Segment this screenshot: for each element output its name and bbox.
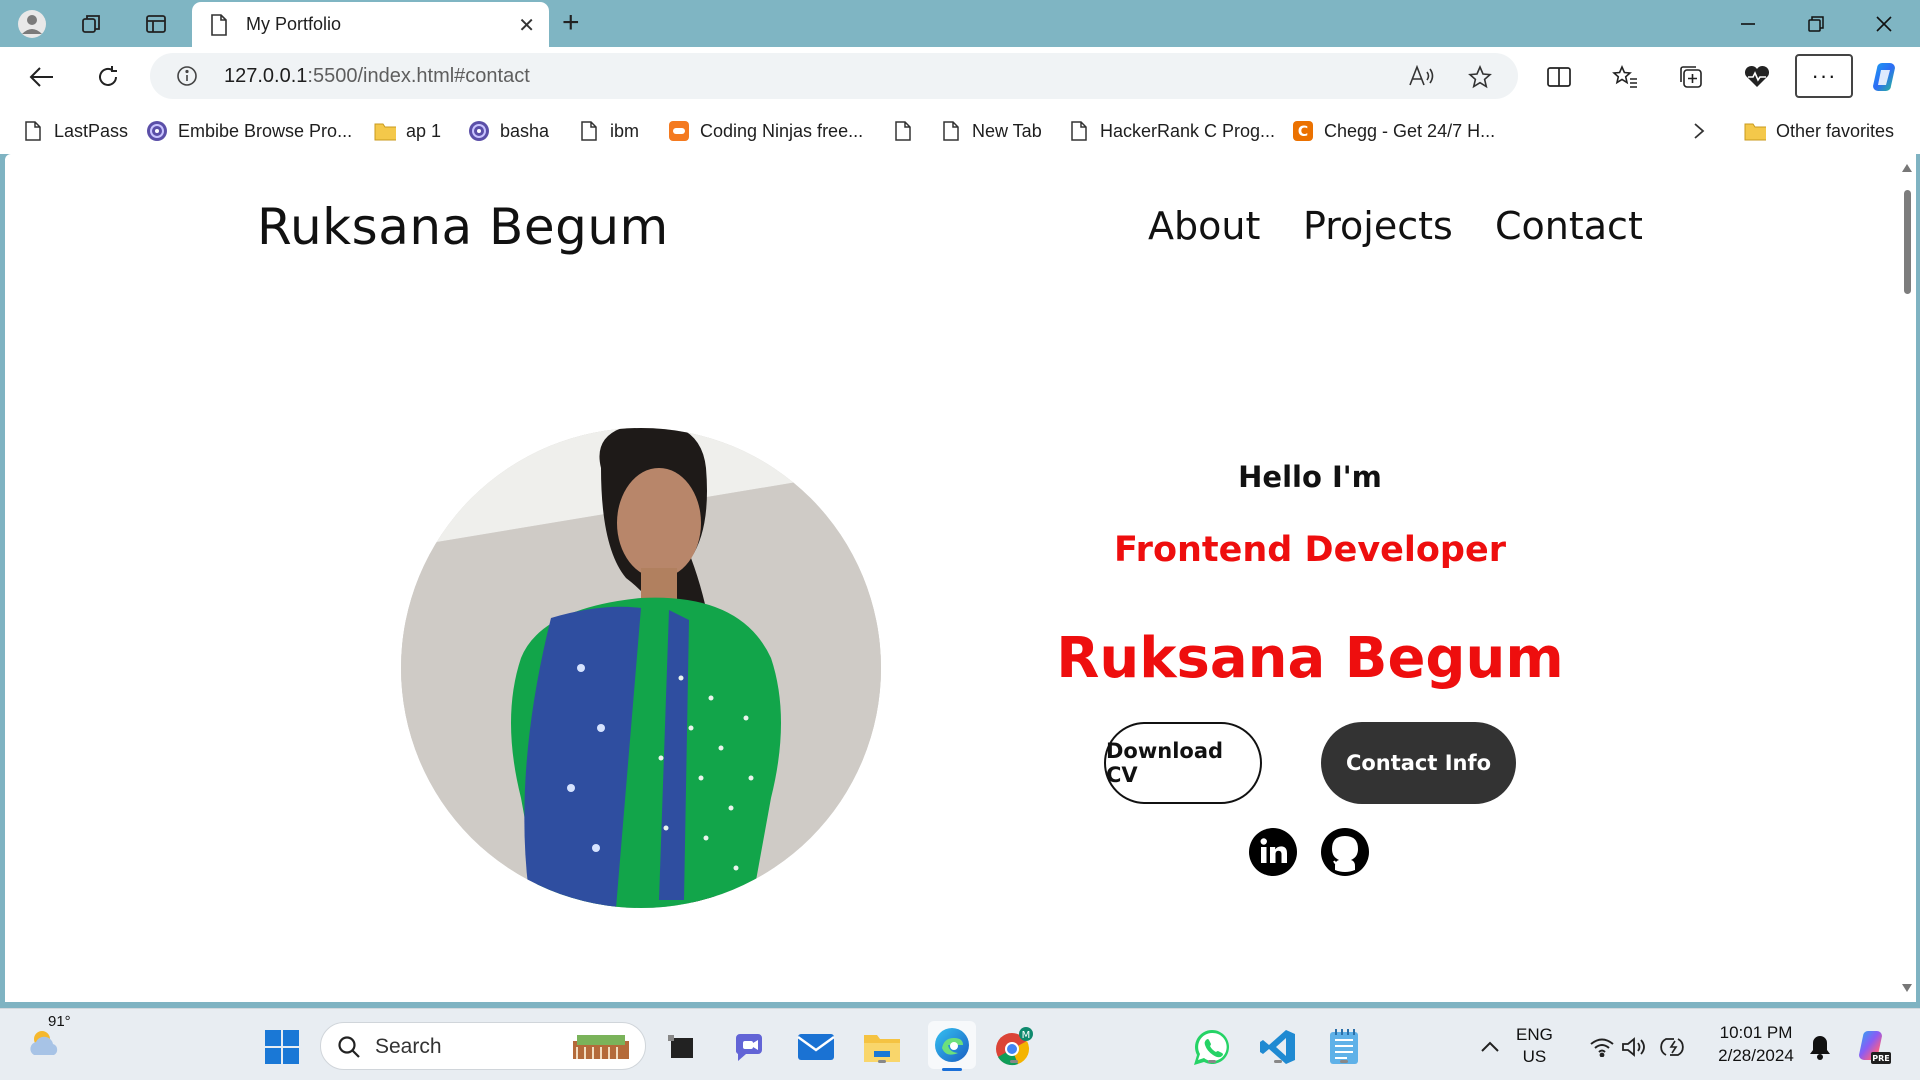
battery-charging-icon[interactable] (1654, 1027, 1694, 1067)
minimize-icon[interactable] (1728, 8, 1768, 40)
file-explorer-icon[interactable] (862, 1027, 902, 1067)
page-icon (210, 14, 228, 41)
bookmark-ap1[interactable]: ap 1 (374, 118, 441, 144)
embibe-icon (146, 120, 168, 142)
bookmark-coding-ninjas[interactable]: Coding Ninjas free... (668, 118, 863, 144)
restore-icon[interactable] (1796, 8, 1836, 40)
other-favorites[interactable]: Other favorites (1744, 118, 1894, 144)
browser-title-bar: My Portfolio ✕ + (0, 0, 1920, 47)
nav-about[interactable]: About (1148, 204, 1260, 248)
page-icon (1068, 120, 1090, 142)
bookmarks-overflow-chevron-icon[interactable] (1692, 118, 1706, 144)
teams-chat-icon[interactable] (730, 1027, 770, 1067)
scroll-up-arrow-icon[interactable] (1902, 164, 1912, 172)
clock[interactable]: 10:01 PM 2/28/2024 (1706, 1021, 1806, 1067)
tab-actions-icon[interactable] (140, 8, 172, 40)
favorites-icon[interactable] (1608, 60, 1642, 94)
chrome-icon[interactable]: M (994, 1027, 1034, 1067)
windows-taskbar: 91° Search M ENG US 10:01 PM 2/28/2024 P… (0, 1008, 1920, 1080)
coding-ninjas-icon (668, 120, 690, 142)
profile-photo (401, 428, 881, 908)
notification-bell-icon[interactable] (1800, 1027, 1840, 1067)
svg-text:PRE: PRE (1872, 1054, 1890, 1063)
favorites-bar: LastPass Embibe Browse Pro... ap 1 basha… (0, 107, 1920, 154)
bookmark-lastpass[interactable]: LastPass (22, 118, 128, 144)
page-viewport: Ruksana Begum About Projects Contact Hel… (5, 154, 1916, 1002)
bookmark-new-tab[interactable]: New Tab (940, 118, 1042, 144)
page-icon (892, 120, 914, 142)
edge-browser-icon[interactable] (928, 1021, 976, 1071)
collections-icon[interactable] (1674, 60, 1708, 94)
page-icon (940, 120, 962, 142)
nav-contact[interactable]: Contact (1495, 204, 1643, 248)
read-aloud-icon[interactable] (1408, 64, 1434, 92)
svg-text:C: C (1298, 124, 1308, 140)
new-tab-button[interactable]: + (562, 8, 580, 38)
browser-toolbar: 127.0.0.1:5500/index.html#contact ··· (0, 47, 1920, 107)
back-arrow-icon[interactable] (26, 61, 58, 93)
taskbar-search[interactable]: Search (320, 1022, 646, 1070)
browser-essentials-icon[interactable] (1740, 60, 1774, 94)
bookmark-hackerrank[interactable]: HackerRank C Prog... (1068, 118, 1275, 144)
svg-text:M: M (1022, 1030, 1031, 1041)
contact-info-button[interactable]: Contact Info (1321, 722, 1516, 804)
download-cv-button[interactable]: Download CV (1104, 722, 1262, 804)
scroll-down-arrow-icon[interactable] (1902, 984, 1912, 992)
split-screen-icon[interactable] (1542, 60, 1576, 94)
url-text[interactable]: 127.0.0.1:5500/index.html#contact (224, 65, 530, 88)
bookmark-untitled[interactable] (892, 118, 924, 144)
address-bar[interactable]: 127.0.0.1:5500/index.html#contact (150, 53, 1518, 99)
embibe-icon (468, 120, 490, 142)
folder-icon (374, 120, 396, 142)
show-hidden-icons-chevron-icon[interactable] (1470, 1027, 1510, 1067)
nav-projects[interactable]: Projects (1303, 204, 1453, 248)
folder-icon (1744, 120, 1766, 142)
active-tab[interactable]: My Portfolio ✕ (192, 2, 549, 47)
hero-name: Ruksana Begum (1056, 626, 1564, 691)
volume-icon[interactable] (1614, 1027, 1654, 1067)
copilot-icon[interactable] (1868, 60, 1902, 94)
notepad-icon[interactable] (1324, 1027, 1364, 1067)
bookmark-ibm[interactable]: ibm (578, 118, 639, 144)
bookmark-chegg[interactable]: C Chegg - Get 24/7 H... (1292, 118, 1495, 144)
tab-title: My Portfolio (246, 14, 342, 34)
scrollbar-thumb[interactable] (1904, 190, 1911, 294)
whatsapp-icon[interactable] (1192, 1027, 1232, 1067)
close-window-icon[interactable] (1864, 8, 1904, 40)
page-scrollbar[interactable] (1898, 154, 1916, 1002)
profile-avatar-icon[interactable] (16, 8, 48, 40)
task-view-icon[interactable] (662, 1027, 702, 1067)
site-info-icon[interactable] (176, 65, 198, 92)
close-tab-icon[interactable]: ✕ (518, 13, 535, 38)
bookmark-basha[interactable]: basha (468, 118, 549, 144)
hero-greeting: Hello I'm (1238, 460, 1382, 494)
mail-icon[interactable] (796, 1027, 836, 1067)
hero-role: Frontend Developer (1114, 530, 1506, 570)
weather-temperature: 91° (48, 1013, 71, 1030)
linkedin-icon[interactable] (1248, 827, 1298, 877)
bookmark-embibe[interactable]: Embibe Browse Pro... (146, 118, 352, 144)
site-logo[interactable]: Ruksana Begum (257, 198, 669, 256)
search-highlight-icon (573, 1035, 629, 1059)
copilot-preview-icon[interactable]: PRE (1852, 1027, 1892, 1067)
workspaces-icon[interactable] (76, 8, 108, 40)
more-options-button[interactable]: ··· (1795, 54, 1853, 98)
language-indicator[interactable]: ENG US (1516, 1024, 1553, 1068)
vscode-icon[interactable] (1258, 1027, 1298, 1067)
page-icon (22, 120, 44, 142)
windows-start-icon[interactable] (262, 1027, 302, 1067)
refresh-icon[interactable] (92, 61, 124, 93)
page-icon (578, 120, 600, 142)
search-icon (338, 1036, 360, 1058)
github-icon[interactable] (1320, 827, 1370, 877)
chegg-icon: C (1292, 120, 1314, 142)
favorite-star-icon[interactable] (1468, 64, 1492, 94)
